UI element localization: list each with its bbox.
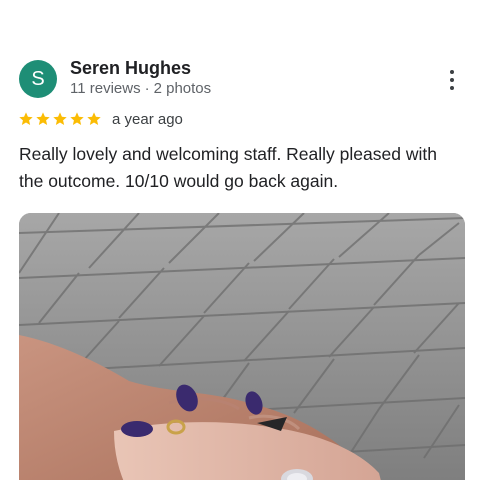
rating-row: a year ago (18, 109, 183, 129)
star-icon (87, 112, 101, 125)
hand-with-painted-nails-photo (19, 213, 465, 480)
avatar-initial: S (31, 67, 45, 90)
star-icon (70, 112, 84, 125)
author-meta: 11 reviews · 2 photos (70, 79, 211, 99)
star-icon (36, 112, 50, 125)
more-options-button[interactable] (440, 66, 464, 94)
more-vertical-icon-dot (450, 78, 454, 82)
star-icon (53, 112, 67, 125)
photos-count: 2 photos (153, 80, 212, 97)
more-vertical-icon (450, 70, 454, 74)
reviews-count: 11 reviews (70, 80, 141, 97)
star-icon (19, 112, 33, 125)
separator-dot: · (144, 80, 150, 97)
author-name[interactable]: Seren Hughes (70, 57, 191, 79)
avatar[interactable]: S (19, 60, 57, 98)
review-text: Really lovely and welcoming staff. Reall… (19, 144, 437, 191)
review-age: a year ago (112, 110, 183, 128)
more-vertical-icon-dot (450, 86, 454, 90)
star-rating (18, 111, 103, 127)
review-photo[interactable] (19, 213, 465, 480)
review-card: S Seren Hughes 11 reviews · 2 photos a yea… (0, 0, 480, 480)
